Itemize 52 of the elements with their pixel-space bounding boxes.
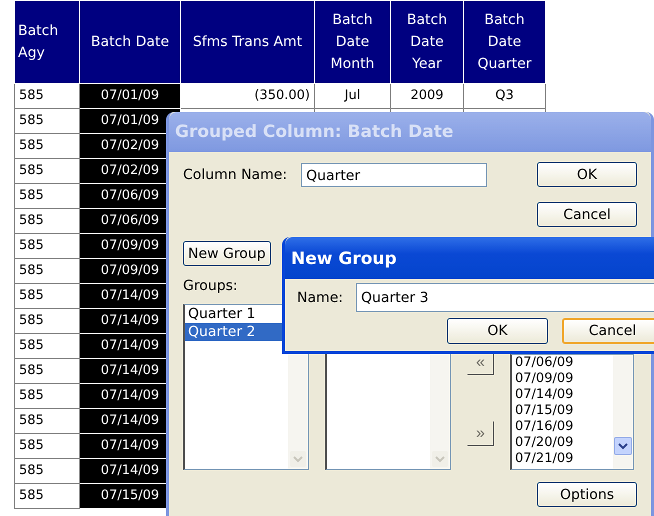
column-name-field[interactable]: Quarter [301, 162, 488, 186]
column-header[interactable]: Batch Date Quarter [464, 0, 546, 84]
table-cell: 585 [14, 134, 80, 158]
table-cell: 585 [14, 158, 80, 184]
column-header[interactable]: Sfms Trans Amt [180, 0, 314, 84]
table-cell: 585 [14, 84, 80, 108]
table-cell: 585 [14, 234, 80, 258]
new-group-button[interactable]: New Group [183, 241, 271, 266]
ok-button[interactable]: OK [447, 318, 548, 344]
table-cell: 07/01/09 [80, 84, 180, 108]
table-cell: Jul [314, 84, 390, 108]
value-item[interactable]: 07/06/09 [512, 355, 613, 371]
table-cell: Q3 [464, 84, 546, 108]
groups-list[interactable]: Quarter 1 Quarter 2 [183, 304, 309, 470]
table-cell: 585 [14, 308, 80, 334]
column-header[interactable]: Batch Date Year [390, 0, 464, 84]
column-header[interactable]: Batch Agy [14, 0, 80, 84]
table-cell: 585 [14, 284, 80, 308]
table-cell: 585 [14, 108, 80, 134]
value-item[interactable]: 07/16/09 [512, 419, 613, 435]
name-label: Name: [297, 290, 344, 306]
values-list[interactable]: 07/06/09 07/09/09 07/14/09 07/15/09 07/16/09 07/20/09 07/21/09 [510, 354, 634, 470]
table-cell: 585 [14, 334, 80, 358]
table-cell: 585 [14, 258, 80, 284]
table-cell: 585 [14, 408, 80, 434]
table-cell: 585 [14, 184, 80, 208]
table-cell: 585 [14, 434, 80, 458]
table-cell: 585 [14, 208, 80, 234]
table-cell: 585 [14, 484, 80, 508]
window-title: New Group [285, 237, 654, 279]
column-header[interactable]: Batch Date [80, 0, 180, 84]
cancel-button[interactable]: Cancel [562, 318, 654, 344]
table-cell: 2009 [390, 84, 464, 108]
value-item[interactable]: 07/21/09 [512, 451, 613, 467]
options-button[interactable]: Options [537, 482, 637, 507]
scrollbar[interactable] [613, 355, 633, 469]
value-item[interactable]: 07/14/09 [512, 387, 613, 403]
column-header[interactable]: Batch Date Month [314, 0, 390, 84]
value-item[interactable]: 07/15/09 [512, 403, 613, 419]
value-item[interactable]: 07/20/09 [512, 435, 613, 451]
table-cell: (350.00) [180, 84, 314, 108]
move-right-button[interactable]: » [467, 421, 494, 446]
table-cell: 585 [14, 458, 80, 484]
value-item[interactable]: 07/09/09 [512, 371, 613, 387]
groups-label: Groups: [183, 278, 239, 294]
name-field[interactable]: Quarter 3 [356, 283, 654, 312]
scroll-down-icon[interactable] [614, 437, 632, 455]
table-cell: 585 [14, 358, 80, 384]
column-name-label: Column Name: [183, 166, 288, 182]
cancel-button[interactable]: Cancel [537, 202, 637, 227]
table-cell: 585 [14, 384, 80, 408]
ok-button[interactable]: OK [537, 162, 637, 187]
